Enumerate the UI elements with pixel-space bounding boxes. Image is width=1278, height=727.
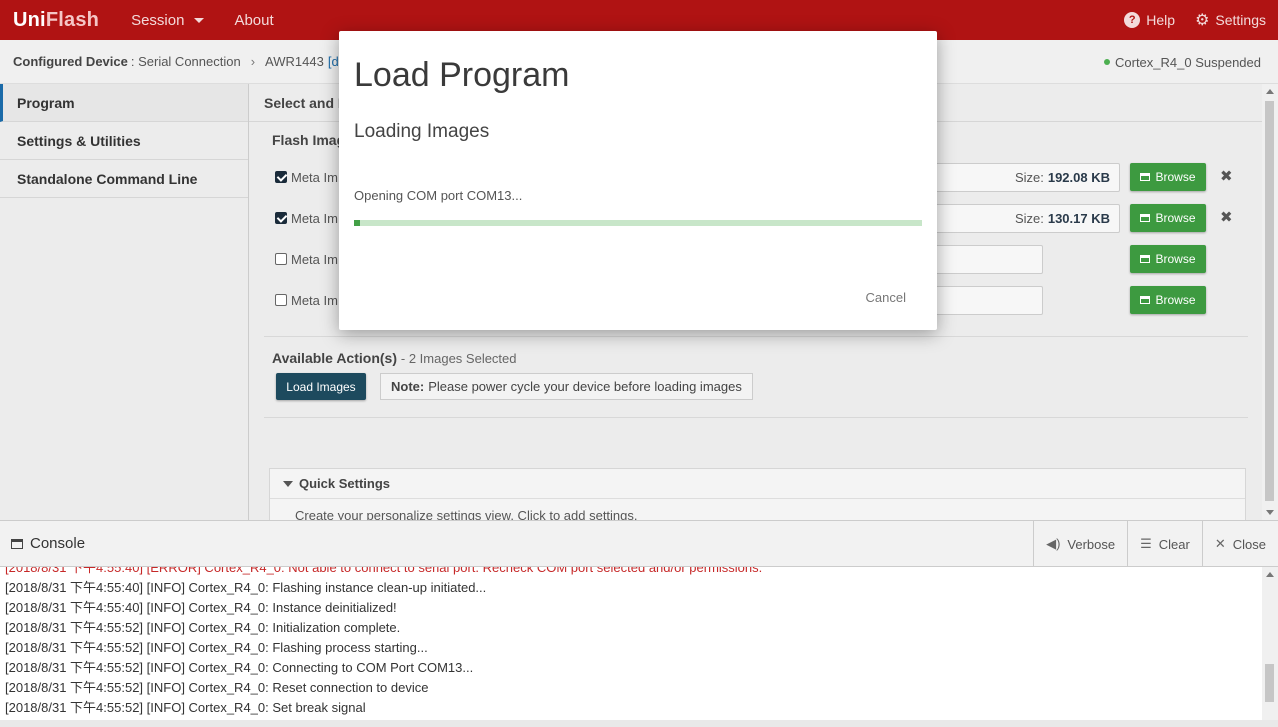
cancel-button[interactable]: Cancel [866, 290, 906, 305]
dialog-title: Load Program [354, 56, 570, 94]
dialog-message: Opening COM port COM13... [354, 188, 523, 203]
load-program-dialog: Load Program Loading Images Opening COM … [339, 31, 937, 330]
progress-bar [354, 220, 922, 226]
progress-fill [354, 220, 360, 226]
dialog-subtitle: Loading Images [354, 121, 490, 142]
